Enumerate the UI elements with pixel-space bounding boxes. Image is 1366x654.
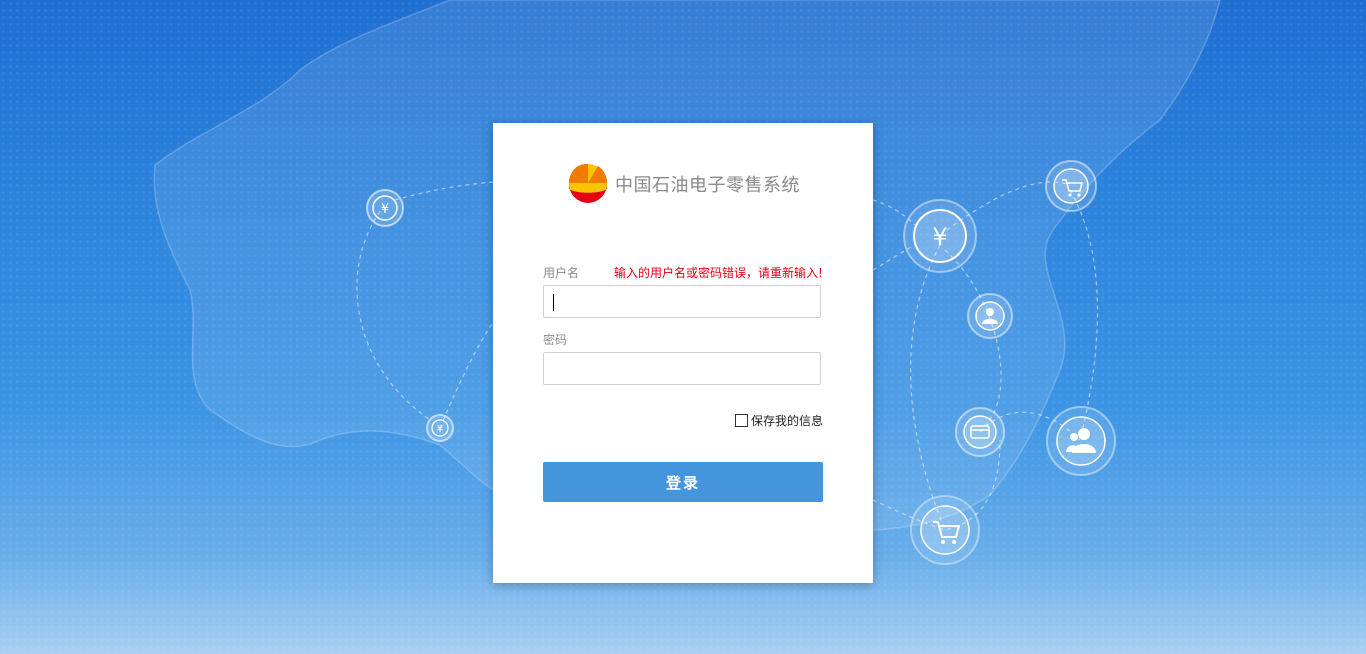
card-icon (955, 407, 1005, 457)
username-input[interactable] (543, 285, 821, 318)
cart-icon (1045, 160, 1097, 212)
cart-icon (910, 495, 980, 565)
error-message: 输入的用户名或密码错误，请重新输入! (614, 266, 823, 280)
brand-header: 中国石油电子零售系统 (568, 163, 800, 205)
network-arc-right-3 (1069, 189, 1099, 441)
remember-me[interactable]: 保存我的信息 (735, 412, 823, 429)
username-label: 用户名 (543, 266, 580, 280)
login-card: 中国石油电子零售系统 用户名 输入的用户名或密码错误，请重新输入! 密码 保存我… (493, 123, 873, 583)
svg-text:¥: ¥ (437, 424, 443, 435)
users-icon (1046, 406, 1116, 476)
password-input[interactable] (543, 352, 821, 385)
yen-icon: ¥ (366, 189, 404, 227)
yen-icon: ¥ (426, 414, 454, 442)
password-label: 密码 (543, 333, 568, 347)
yen-icon: ¥ (903, 199, 977, 273)
remember-label: 保存我的信息 (751, 414, 824, 428)
svg-text:¥: ¥ (932, 223, 947, 251)
user-icon (967, 293, 1013, 339)
cnpc-petal-logo-icon (568, 164, 608, 203)
remember-checkbox[interactable] (735, 414, 748, 427)
login-button[interactable]: 登录 (543, 462, 823, 502)
app-title: 中国石油电子零售系统 (615, 175, 800, 196)
svg-text:¥: ¥ (381, 202, 389, 217)
text-cursor (553, 294, 554, 311)
